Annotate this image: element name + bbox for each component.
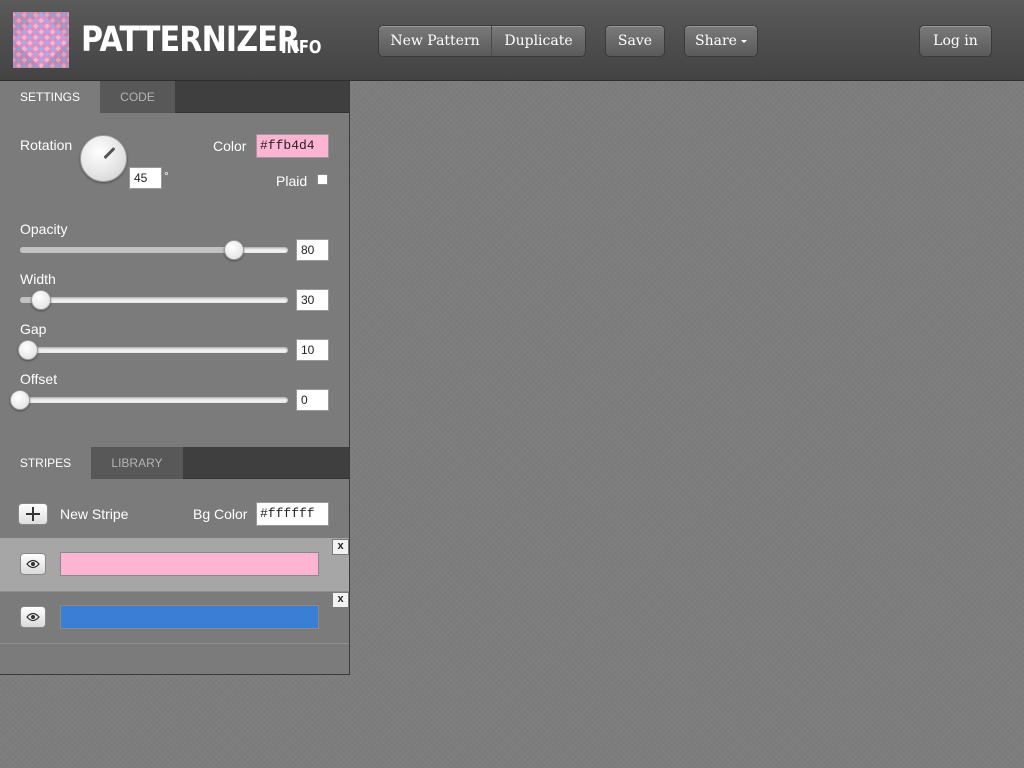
tab-code[interactable]: CODE xyxy=(100,81,175,113)
plus-icon xyxy=(26,507,40,521)
color-label: Color xyxy=(213,138,247,154)
width-input[interactable]: 30 xyxy=(296,289,329,311)
new-pattern-button[interactable]: New Pattern xyxy=(378,25,492,57)
share-label: Share xyxy=(695,33,737,49)
width-label: Width xyxy=(20,271,56,287)
offset-label: Offset xyxy=(20,371,58,387)
toggle-visibility-button[interactable] xyxy=(20,553,46,575)
gap-label: Gap xyxy=(20,321,47,337)
offset-slider-handle[interactable] xyxy=(10,390,30,410)
stripes-tab-bar: STRIPES LIBRARY xyxy=(0,447,349,479)
info-link[interactable]: INFO xyxy=(281,36,321,60)
login-button[interactable]: Log in xyxy=(919,25,992,57)
new-stripe-label: New Stripe xyxy=(60,506,129,522)
settings-tab-bar: SETTINGS CODE xyxy=(0,81,349,113)
eye-icon xyxy=(26,612,40,622)
stripe-row[interactable]: x xyxy=(0,592,349,644)
top-bar: PATTERNIZER INFO New Pattern Duplicate S… xyxy=(0,0,1024,81)
tab-settings[interactable]: SETTINGS xyxy=(0,81,100,113)
opacity-label: Opacity xyxy=(20,221,68,237)
share-button[interactable]: Share xyxy=(684,25,758,57)
gap-input[interactable]: 10 xyxy=(296,339,329,361)
bg-color-input[interactable]: #ffffff xyxy=(256,502,329,526)
app-logo-text[interactable]: PATTERNIZER xyxy=(81,18,300,62)
width-slider[interactable] xyxy=(20,290,288,310)
patternizer-logo-icon[interactable] xyxy=(13,12,69,68)
toggle-visibility-button[interactable] xyxy=(20,606,46,628)
offset-slider[interactable] xyxy=(10,390,288,410)
plaid-label: Plaid xyxy=(276,173,308,189)
add-stripe-button[interactable] xyxy=(18,503,48,525)
gap-slider-handle[interactable] xyxy=(18,340,39,360)
gap-slider[interactable] xyxy=(18,340,288,360)
opacity-slider-handle[interactable] xyxy=(224,240,245,260)
tab-library[interactable]: LIBRARY xyxy=(91,447,183,479)
stripe-color-input[interactable]: #ffb4d4 xyxy=(256,134,329,158)
rotation-dial-needle xyxy=(103,147,116,160)
remove-stripe-button[interactable]: x xyxy=(332,592,349,608)
caret-down-icon xyxy=(740,39,747,43)
rotation-input[interactable]: 45 xyxy=(129,167,162,189)
stripe-color-swatch[interactable] xyxy=(60,605,319,629)
opacity-input[interactable]: 80 xyxy=(296,239,329,261)
offset-input[interactable]: 0 xyxy=(296,389,329,411)
settings-panel: SETTINGS CODE Rotation 45 ° Color #ffb4d… xyxy=(0,81,350,675)
save-button[interactable]: Save xyxy=(605,25,665,57)
plaid-checkbox[interactable] xyxy=(317,174,328,185)
opacity-slider-fill xyxy=(20,247,235,253)
opacity-slider[interactable] xyxy=(20,240,288,260)
rotation-label: Rotation xyxy=(20,137,73,153)
stripe-row[interactable]: x xyxy=(0,538,349,592)
bg-color-label: Bg Color xyxy=(193,506,248,522)
stripe-color-swatch[interactable] xyxy=(60,552,319,576)
tab-stripes[interactable]: STRIPES xyxy=(0,447,91,479)
width-slider-handle[interactable] xyxy=(31,290,52,310)
degree-symbol: ° xyxy=(164,169,169,183)
remove-stripe-button[interactable]: x xyxy=(332,539,349,555)
rotation-dial[interactable] xyxy=(80,135,127,182)
eye-icon xyxy=(26,559,40,569)
duplicate-button[interactable]: Duplicate xyxy=(491,25,586,57)
